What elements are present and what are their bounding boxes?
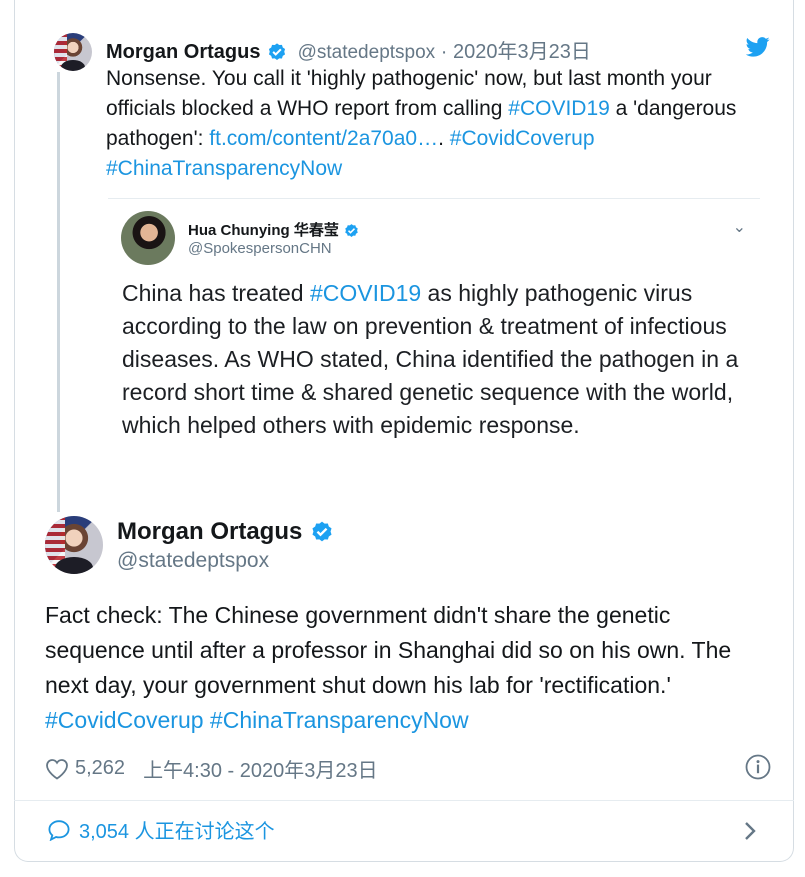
article-link[interactable]: ft.com/content/2a70a0…: [209, 127, 438, 150]
embedded-author-handle[interactable]: @SpokespersonCHN: [188, 240, 332, 257]
twitter-bird-icon[interactable]: [746, 37, 770, 57]
main-text-body: Fact check: The Chinese government didn'…: [45, 602, 732, 698]
tweet-timestamp[interactable]: 上午4:30 - 2020年3月23日: [143, 754, 378, 783]
main-author-name[interactable]: Morgan Ortagus: [117, 518, 335, 546]
author-name[interactable]: Morgan Ortagus: [106, 41, 260, 63]
avatar[interactable]: [121, 211, 175, 265]
reply-text-part: .: [438, 127, 450, 150]
avatar[interactable]: [54, 33, 92, 71]
like-button[interactable]: 5,262: [45, 757, 125, 780]
verified-badge-icon: [268, 43, 286, 60]
embedded-text-part: China has treated: [122, 280, 310, 306]
embedded-tweet-text: China has treated #COVID19 as highly pat…: [122, 277, 752, 442]
verified-badge-icon: [312, 521, 332, 541]
heart-icon[interactable]: [45, 758, 69, 780]
info-icon[interactable]: [745, 754, 771, 780]
verified-badge-icon: [345, 223, 358, 237]
separator: ·: [440, 41, 448, 63]
author-handle[interactable]: @statedeptspox: [298, 42, 436, 63]
chevron-right-icon[interactable]: [743, 820, 757, 842]
tweet-date[interactable]: 2020年3月23日: [453, 41, 591, 63]
main-author-handle[interactable]: @statedeptspox: [117, 549, 269, 573]
reply-header: Morgan Ortagus @statedeptspox · 2020年3月2…: [106, 35, 591, 64]
like-count: 5,262: [75, 757, 126, 779]
hashtag-link[interactable]: #COVID19: [310, 280, 421, 306]
hashtag-link[interactable]: #ChinaTransparencyNow: [210, 707, 469, 733]
avatar[interactable]: [45, 516, 103, 574]
embedded-author-name[interactable]: Hua Chunying 华春莹: [188, 219, 360, 240]
reply-bubble-icon: [48, 819, 70, 841]
reply-text: Nonsense. You call it 'highly pathogenic…: [106, 64, 766, 184]
main-tweet-text: Fact check: The Chinese government didn'…: [45, 598, 775, 738]
hashtag-link[interactable]: #CovidCoverup: [450, 127, 595, 150]
embedded-tweet[interactable]: Hua Chunying 华春莹 @SpokespersonCHN ⌄ Chin…: [108, 198, 760, 486]
thread-line: [57, 72, 60, 512]
replies-label[interactable]: 3,054 人正在讨论这个: [79, 815, 275, 844]
hashtag-link[interactable]: #ChinaTransparencyNow: [106, 157, 342, 180]
divider: [14, 800, 794, 801]
hashtag-link[interactable]: #CovidCoverup: [45, 707, 204, 733]
replies-link[interactable]: 3,054 人正在讨论这个: [47, 815, 275, 844]
tweet-meta: 5,262 上午4:30 - 2020年3月23日: [45, 754, 378, 783]
chevron-down-icon[interactable]: ⌄: [733, 217, 746, 237]
hashtag-link[interactable]: #COVID19: [508, 97, 610, 120]
